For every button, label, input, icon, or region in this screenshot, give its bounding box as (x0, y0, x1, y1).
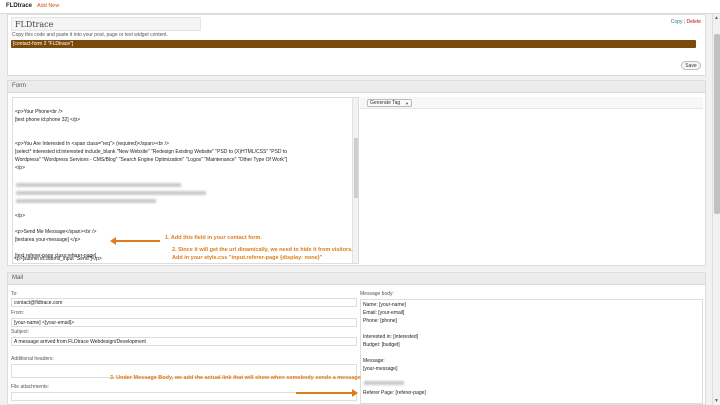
annotation-step-3: 3. Under Message Body, we add the actual… (110, 375, 361, 381)
form-tab-title[interactable]: FLDtrace (6, 3, 32, 9)
message-body-line: Name: [your-name] (363, 302, 406, 308)
shortcode-instructions: Copy this code and paste it into your po… (12, 32, 168, 38)
from-label: From: (11, 310, 25, 316)
redacted-text (364, 381, 404, 385)
form-actions: Copy | Delete (671, 19, 701, 25)
form-title-text: FLDtrace (15, 20, 54, 29)
editor-scrollbar-thumb[interactable] (354, 138, 358, 198)
message-body-line: Message: (363, 358, 385, 364)
annotation-arrow (296, 389, 358, 397)
subject-label: Subject: (11, 329, 30, 335)
annotation-step-1: 1. Add this field in your contact form. (165, 235, 262, 241)
to-label: To: (11, 291, 18, 297)
code-line: <p>Your Phone<br /> (15, 109, 63, 115)
mail-panel-title: Mail (12, 275, 24, 281)
form-title-input[interactable]: FLDtrace (11, 17, 201, 31)
redacted-code (16, 183, 181, 187)
top-bar: FLDtrace Add New (0, 0, 720, 14)
add-new-link[interactable]: Add New (37, 3, 59, 9)
generate-tag-label: Generate Tag (370, 100, 401, 106)
code-line: <p>You Are Interested In <span class="re… (15, 141, 169, 147)
to-field[interactable]: contact@fldtrace.com (11, 298, 357, 307)
code-line: Wordpress" "Wordpress Services - CMS/Blo… (15, 157, 288, 163)
annotation-step-2: 2. Since it will get the url dinamically… (172, 247, 353, 253)
form-panel-header: Form (8, 81, 705, 93)
code-line: </p> (15, 213, 26, 219)
redacted-code (16, 199, 156, 203)
code-line: [text phone id:phone 32] </p> (15, 117, 81, 123)
message-body-field[interactable]: Name: [your-name] Email: [your-email] Ph… (360, 299, 703, 404)
caret-down-icon: ▼ (405, 101, 409, 106)
annotation-step-2-css: Add in your style.css "input.referer-pag… (172, 255, 323, 261)
from-field[interactable]: [your-name] <[your-email]> (11, 318, 357, 327)
form-header-panel: FLDtrace Copy | Delete Copy this code an… (7, 14, 706, 76)
mail-panel-header: Mail (8, 273, 705, 285)
editor-scrollbar[interactable] (352, 98, 358, 263)
message-body-line: Interested in: [interested] (363, 334, 419, 340)
action-separator: | (683, 19, 686, 25)
message-body-line: Budget: [budget] (363, 342, 400, 348)
tag-generator-bar: Generate Tag ▼ (360, 97, 703, 109)
message-body-label: Message body: (360, 291, 394, 297)
page-scrollbar[interactable]: ▲ ▼ (712, 14, 720, 405)
redacted-code (16, 191, 206, 195)
delete-link[interactable]: Delete (687, 19, 701, 25)
message-body-line: Email: [your-email] (363, 310, 405, 316)
code-line: [textarea your-message] </p> (15, 237, 81, 243)
copy-link[interactable]: Copy (671, 19, 683, 25)
code-line: [select* interested id:interested includ… (15, 149, 288, 155)
code-line: </p> (15, 165, 26, 171)
chevron-up-icon[interactable]: ▲ (714, 15, 719, 21)
code-line: <p>[submit id:submit_input "Send"]</p> (14, 256, 102, 262)
chevron-down-icon[interactable]: ▼ (714, 398, 719, 404)
referer-page-line: Referer Page: [referer-page] (363, 390, 426, 396)
code-line: <p>Send Me Message</span><br /> (15, 229, 97, 235)
file-attachments-label: File attachments: (11, 384, 50, 390)
annotation-arrow (110, 237, 160, 245)
shortcode-field[interactable]: [contact-form 2 "FLDtrace"] (11, 40, 696, 48)
mail-panel: Mail To: contact@fldtrace.com From: [you… (7, 272, 706, 405)
message-body-line: [your-message] (363, 366, 398, 372)
generate-tag-dropdown[interactable]: Generate Tag ▼ (367, 99, 412, 107)
subject-field[interactable]: A message arrived from FLDtrace Webdesig… (11, 337, 357, 346)
save-button[interactable]: Save (681, 61, 701, 70)
message-body-line: Phone: [phone] (363, 318, 397, 324)
additional-headers-label: Additional headers: (11, 356, 54, 362)
scrollbar-thumb[interactable] (714, 34, 720, 214)
form-panel-title: Form (12, 83, 26, 89)
